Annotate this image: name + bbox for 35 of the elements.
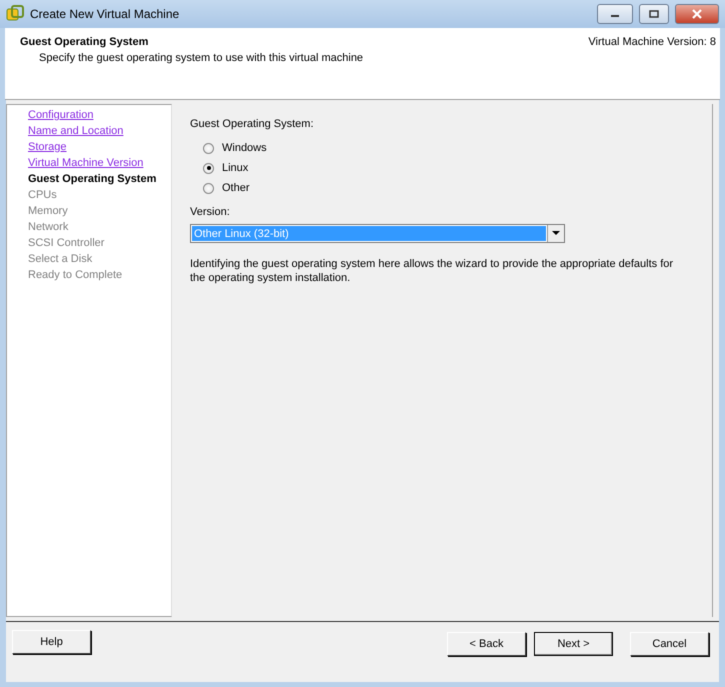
current-step: Guest Operating System [28,171,156,187]
step-label: Ready to Complete [28,268,122,283]
window-title: Create New Virtual Machine [30,7,180,21]
help-button[interactable]: Help [12,630,91,654]
radio-label[interactable]: Other [222,182,250,194]
step-label: Network [28,220,68,235]
step-link[interactable]: Virtual Machine Version [28,155,144,171]
close-button[interactable] [675,4,719,24]
radio-label[interactable]: Windows [222,142,267,154]
maximize-icon [649,10,659,18]
step-link[interactable]: Name and Location [28,123,124,139]
cancel-button[interactable]: Cancel [630,632,709,656]
page-subtitle: Specify the guest operating system to use with this virtual machine [38,52,364,64]
dropdown-arrow-icon [552,231,560,236]
maximize-button[interactable] [639,4,669,24]
version-label: Virtual Machine Version: 8 [588,36,716,50]
field-label: Version: [190,206,231,218]
radio-button[interactable] [203,162,214,174]
back-button[interactable]: < Back [447,632,526,656]
info-text: Identifying the guest operating system here allows the wizard to provide the appropriate defaults for the operating system installation. [190,257,674,285]
step-link[interactable]: Storage [28,139,67,155]
radio-button[interactable] [203,142,214,154]
step-label: CPUs [28,188,57,203]
step-label: Memory [28,204,68,219]
minimize-button[interactable] [597,4,633,24]
group-label: Guest Operating System: [190,118,314,130]
page-title: Guest Operating System [20,36,150,48]
step-label: SCSI Controller [28,236,104,251]
radio-label[interactable]: Linux [222,162,248,174]
step-link[interactable]: Configuration [28,107,94,123]
app-logo-icon [6,5,24,23]
close-icon [691,9,703,19]
next-button[interactable]: Next > [534,632,613,656]
radio-button[interactable] [203,182,214,194]
step-label: Select a Disk [28,252,92,267]
